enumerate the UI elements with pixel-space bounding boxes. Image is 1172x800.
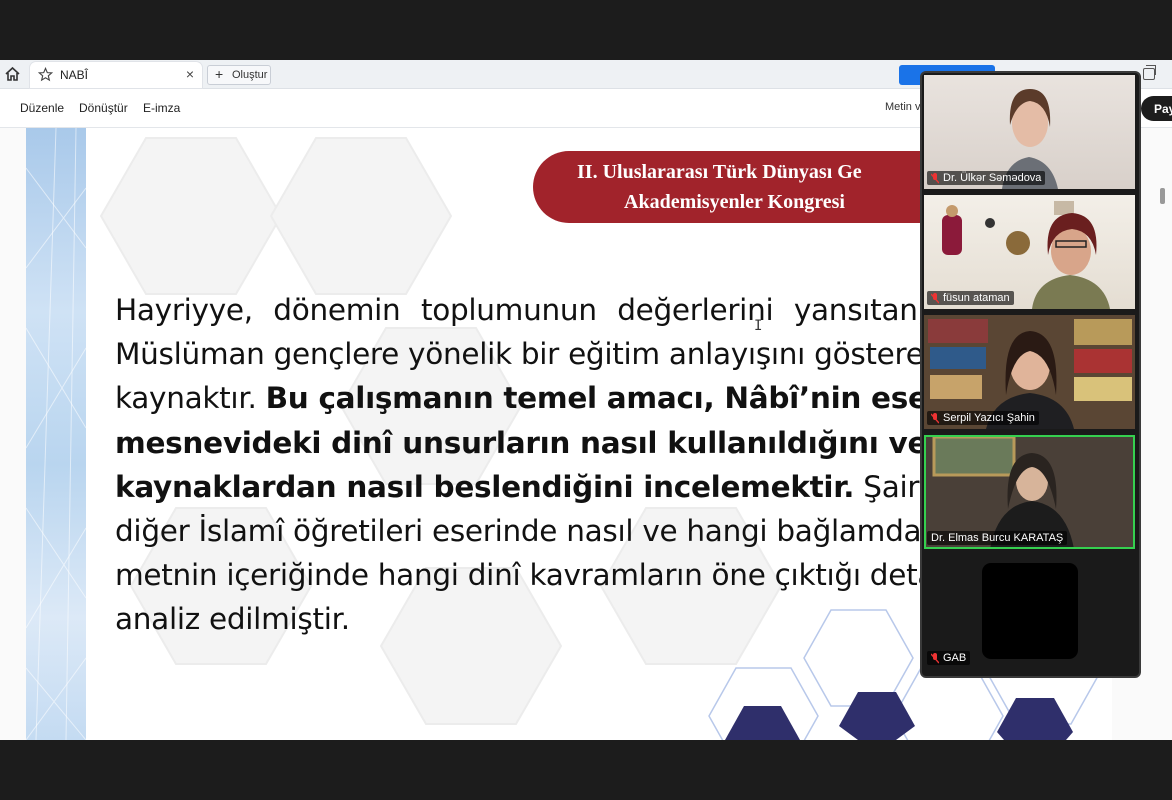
star-icon[interactable]: [38, 67, 53, 82]
decorative-blue-strip: [26, 128, 86, 740]
mic-muted-icon: [931, 173, 939, 184]
paragraph-line-1: Hayriyye, dönemin toplumunun değerlerini…: [115, 288, 965, 332]
top-black-bar: [0, 0, 1172, 60]
bottom-black-bar: [0, 740, 1172, 800]
tab-nabi[interactable]: NABÎ ×: [30, 62, 202, 88]
word: yansıtan,: [793, 293, 927, 327]
create-button-label: Oluştur: [232, 69, 268, 81]
toolbar-item-convert[interactable]: Dönüştür: [79, 101, 128, 115]
participant-name: füsun ataman: [927, 291, 1014, 305]
mic-muted-icon: [931, 653, 939, 664]
participant-name: Dr. Ülkər Səmədova: [927, 171, 1046, 185]
word: dönemin: [273, 293, 401, 327]
participant-name-text: GAB: [943, 652, 967, 664]
video-gallery-panel[interactable]: Dr. Ülkər Səmədova füsun ataman Serpil Y…: [920, 71, 1141, 678]
line-text: analiz edilmiştir.: [115, 602, 350, 637]
word: toplumunun: [420, 293, 597, 327]
toolbar-item-esign[interactable]: E-imza: [143, 101, 180, 115]
participant-tile[interactable]: GAB: [924, 555, 1135, 669]
banner-line-2: Akademisyenler Kongresi: [624, 191, 845, 213]
participant-name-text: füsun ataman: [943, 292, 1010, 304]
share-button-label: Pay: [1154, 102, 1172, 116]
text-cursor-icon: I: [754, 318, 763, 334]
participant-name-text: Dr. Ülkər Səmədova: [943, 172, 1042, 184]
line-bold-text: kaynaklardan nasıl beslendiğini inceleme…: [115, 469, 855, 504]
participant-name: GAB: [927, 651, 971, 665]
create-button[interactable]: + Oluştur: [207, 65, 271, 85]
tab-title: NABÎ: [60, 68, 89, 82]
participant-name-text: Serpil Yazıcı Şahin: [943, 412, 1035, 424]
participant-tile-active-speaker[interactable]: Dr. Elmas Burcu KARATAŞ: [924, 435, 1135, 549]
scrollbar-thumb[interactable]: [1160, 188, 1165, 204]
toolbar-item-edit[interactable]: Düzenle: [20, 101, 64, 115]
participant-name: Serpil Yazıcı Şahin: [927, 411, 1039, 425]
line-text: Müslüman gençlere yönelik bir eğitim anl…: [115, 337, 988, 372]
line-text: diğer İslamî öğretileri eserinde nasıl v…: [115, 513, 965, 548]
window-icon[interactable]: [1143, 65, 1156, 80]
line-text: metnin içeriğinde hangi dinî kavramların…: [115, 558, 969, 593]
line-text: kaynaktır.: [115, 381, 266, 416]
line-bold-text: mesnevideki dinî unsurların nasıl kullan…: [115, 425, 1009, 460]
participant-name-text: Dr. Elmas Burcu KARATAŞ: [931, 532, 1064, 544]
share-button[interactable]: Pay: [1141, 96, 1172, 121]
close-icon[interactable]: ×: [186, 66, 194, 82]
mic-muted-icon: [931, 413, 939, 424]
mic-muted-icon: [931, 293, 939, 304]
word: Hayriyye,: [115, 293, 253, 327]
participant-tile[interactable]: füsun ataman: [924, 195, 1135, 309]
banner-line-1: II. Uluslararası Türk Dünyası Ge: [577, 161, 862, 183]
participant-video-off: [982, 563, 1078, 659]
home-icon[interactable]: [4, 66, 21, 82]
text-tools-label[interactable]: Metin v: [885, 101, 920, 113]
word: değerlerini: [617, 293, 774, 327]
participant-tile[interactable]: Dr. Ülkər Səmədova: [924, 75, 1135, 189]
line-bold-text: Bu çalışmanın temel amacı, Nâbî’nin eser…: [265, 381, 1020, 416]
participant-tile[interactable]: Serpil Yazıcı Şahin: [924, 315, 1135, 429]
participant-name: Dr. Elmas Burcu KARATAŞ: [927, 531, 1068, 545]
plus-icon: +: [215, 66, 224, 82]
